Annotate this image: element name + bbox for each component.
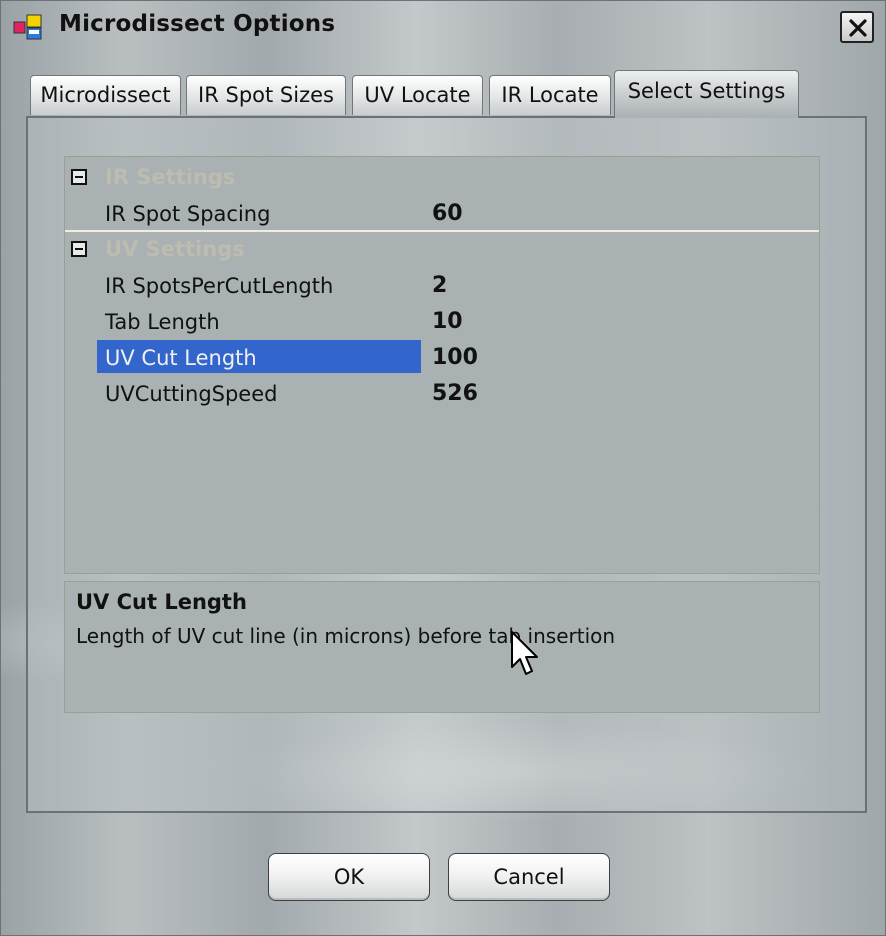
dialog-window: Microdissect Options Microdissect IR Spo… bbox=[0, 0, 886, 936]
mouse-cursor-icon bbox=[511, 631, 538, 675]
tab-uv-locate[interactable]: UV Locate bbox=[352, 75, 483, 115]
close-button[interactable] bbox=[840, 11, 874, 43]
tab-microdissect[interactable]: Microdissect bbox=[30, 75, 181, 115]
category-uv-settings[interactable]: UV Settings bbox=[65, 232, 819, 266]
help-title: UV Cut Length bbox=[76, 590, 247, 614]
collapse-icon[interactable] bbox=[71, 241, 87, 257]
property-name-ir-spots-per-cut-length[interactable]: IR SpotsPerCutLength bbox=[105, 274, 333, 298]
tab-ir-locate[interactable]: IR Locate bbox=[489, 75, 611, 115]
tab-ir-spot-sizes[interactable]: IR Spot Sizes bbox=[186, 75, 346, 115]
property-value-ir-spot-spacing[interactable]: 60 bbox=[432, 201, 463, 226]
category-label: UV Settings bbox=[105, 237, 245, 261]
property-value-uv-cutting-speed[interactable]: 526 bbox=[432, 381, 478, 406]
property-name-ir-spot-spacing[interactable]: IR Spot Spacing bbox=[105, 202, 270, 226]
collapse-icon[interactable] bbox=[71, 169, 87, 185]
property-name-tab-length[interactable]: Tab Length bbox=[105, 310, 220, 334]
close-icon bbox=[849, 19, 867, 37]
property-grid[interactable]: IR Settings IR Spot Spacing 60 UV Settin… bbox=[64, 156, 820, 574]
help-panel: UV Cut Length Length of UV cut line (in … bbox=[64, 581, 820, 713]
window-title: Microdissect Options bbox=[59, 11, 336, 37]
ok-button[interactable]: OK bbox=[268, 853, 430, 901]
title-bar[interactable]: Microdissect Options bbox=[1, 1, 885, 53]
app-window-icon bbox=[13, 14, 42, 40]
property-name-uv-cutting-speed[interactable]: UVCuttingSpeed bbox=[105, 382, 277, 406]
property-value-tab-length[interactable]: 10 bbox=[432, 309, 463, 334]
property-value-ir-spots-per-cut-length[interactable]: 2 bbox=[432, 273, 447, 298]
property-name-uv-cut-length[interactable]: UV Cut Length bbox=[105, 346, 257, 370]
cancel-button[interactable]: Cancel bbox=[448, 853, 610, 901]
category-ir-settings[interactable]: IR Settings bbox=[65, 160, 819, 194]
tab-select-settings[interactable]: Select Settings bbox=[614, 70, 799, 118]
property-value-uv-cut-length[interactable]: 100 bbox=[432, 345, 478, 370]
category-label: IR Settings bbox=[105, 165, 236, 189]
